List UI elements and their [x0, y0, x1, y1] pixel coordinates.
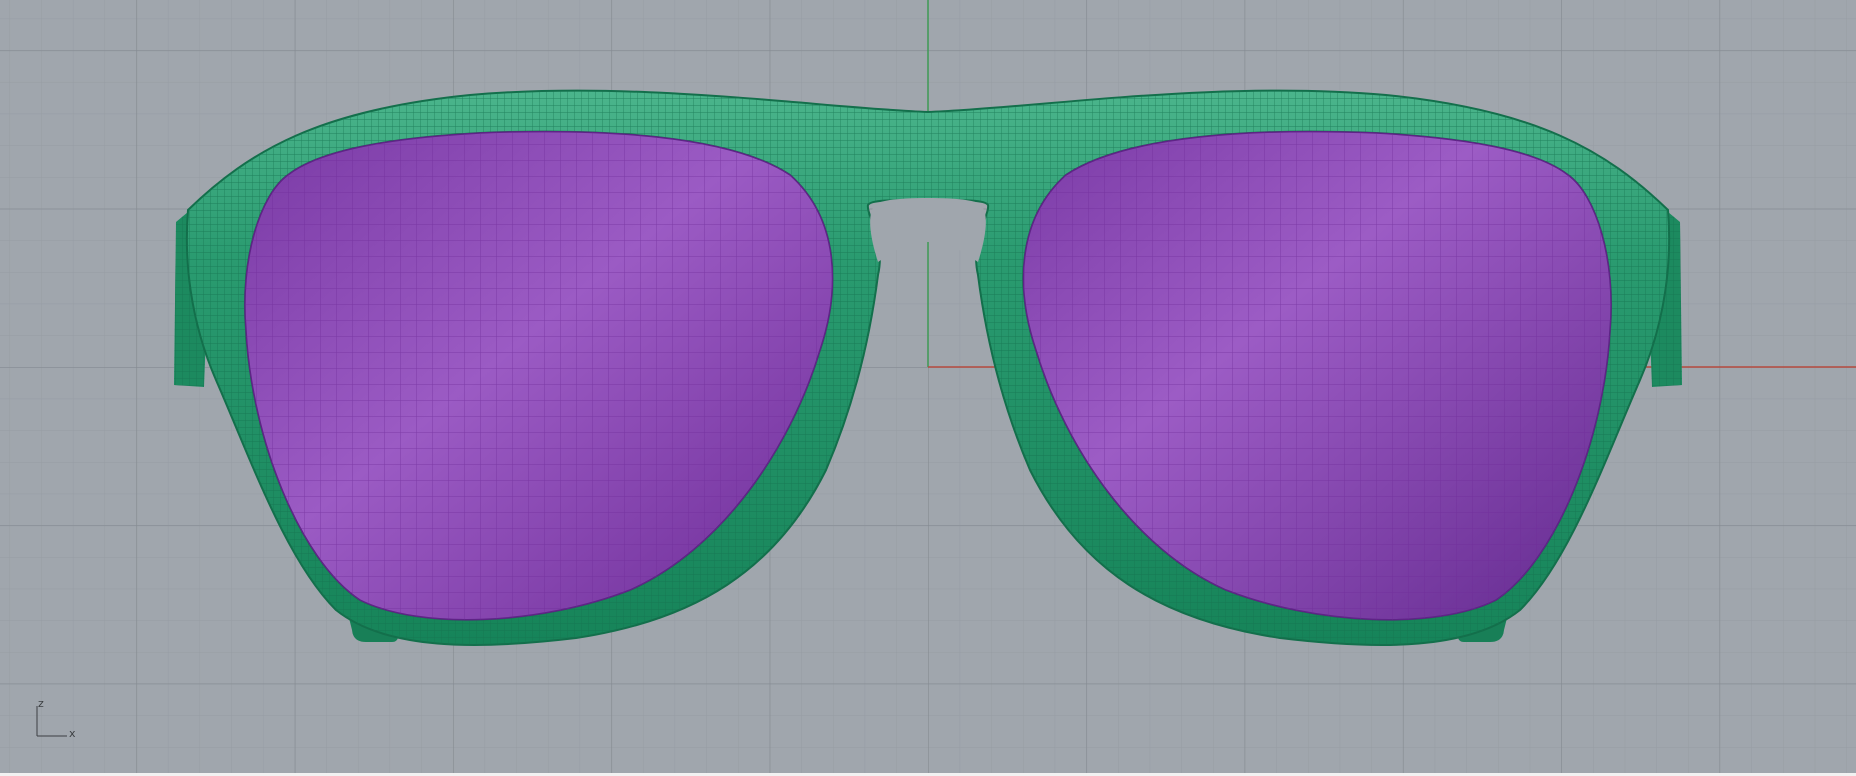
axis-indicator-z-label: z	[38, 697, 44, 710]
viewport-canvas[interactable]	[0, 0, 1856, 773]
front-viewport[interactable]: z x	[0, 0, 1856, 773]
axis-indicator-x-label: x	[69, 727, 76, 740]
